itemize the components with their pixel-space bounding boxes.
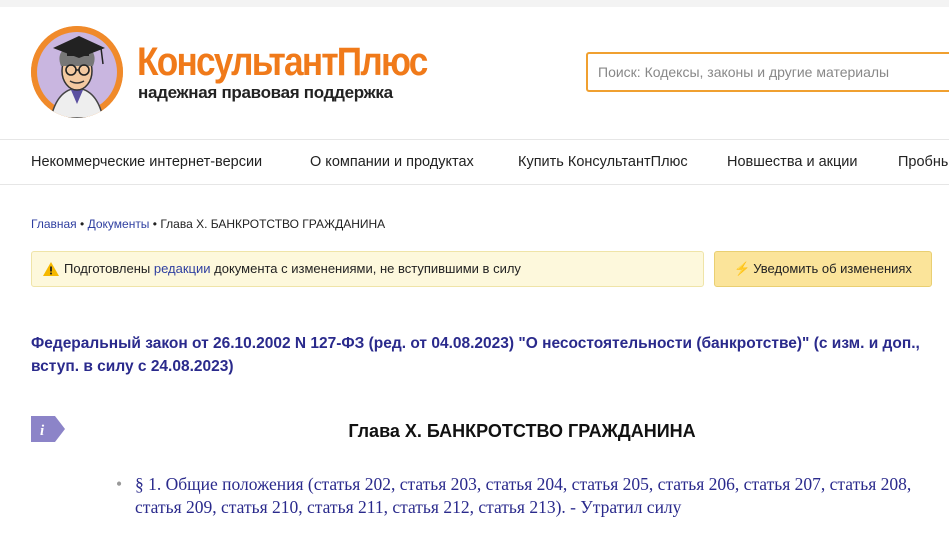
breadcrumb-home[interactable]: Главная: [31, 217, 77, 231]
breadcrumb: Главная • Документы • Глава X. БАНКРОТСТ…: [31, 217, 385, 231]
chapter-heading: Глава X. БАНКРОТСТВО ГРАЖДАНИНА: [348, 421, 696, 441]
brand-name[interactable]: КонсультантПлюс: [137, 40, 428, 84]
editions-link[interactable]: редакции: [154, 261, 211, 276]
top-strip: [0, 0, 949, 7]
notice-text-after: документа с изменениями, не вступившими …: [210, 261, 521, 276]
lightning-icon: ⚡: [734, 261, 751, 276]
nav-item-news[interactable]: Новшества и акции: [727, 154, 858, 170]
notify-button-label: Уведомить об изменениях: [753, 261, 912, 276]
mascot-graphic: [31, 26, 123, 118]
nav-item-trial[interactable]: Пробны: [898, 154, 949, 170]
logo-mascot[interactable]: [31, 26, 123, 118]
main-nav: Некоммерческие интернет-версии О компани…: [0, 139, 949, 185]
nav-item-about[interactable]: О компании и продуктах: [310, 154, 474, 170]
search-input[interactable]: [586, 52, 949, 92]
notice-text-before: Подготовлены: [64, 261, 154, 276]
breadcrumb-current: Глава X. БАНКРОТСТВО ГРАЖДАНИНА: [160, 217, 386, 231]
document-title: Федеральный закон от 26.10.2002 N 127-ФЗ…: [31, 335, 920, 375]
nav-item-noncommercial[interactable]: Некоммерческие интернет-версии: [31, 154, 262, 170]
edition-notice: Подготовлены редакции документа с измене…: [31, 251, 704, 287]
section-link[interactable]: § 1. Общие положения (статья 202, статья…: [135, 473, 926, 519]
nav-item-buy[interactable]: Купить КонсультантПлюс: [518, 154, 688, 170]
list-bullet: •: [116, 474, 123, 494]
breadcrumb-separator: •: [80, 217, 85, 231]
site-header: КонсультантПлюс надежная правовая поддер…: [0, 7, 949, 139]
breadcrumb-documents[interactable]: Документы: [88, 217, 150, 231]
section-list: • § 1. Общие положения (статья 202, стат…: [116, 473, 926, 519]
brand-tagline: надежная правовая поддержка: [138, 83, 393, 102]
breadcrumb-separator: •: [152, 217, 157, 231]
warning-icon: [43, 262, 59, 276]
notify-changes-button[interactable]: ⚡ Уведомить об изменениях: [714, 251, 932, 287]
